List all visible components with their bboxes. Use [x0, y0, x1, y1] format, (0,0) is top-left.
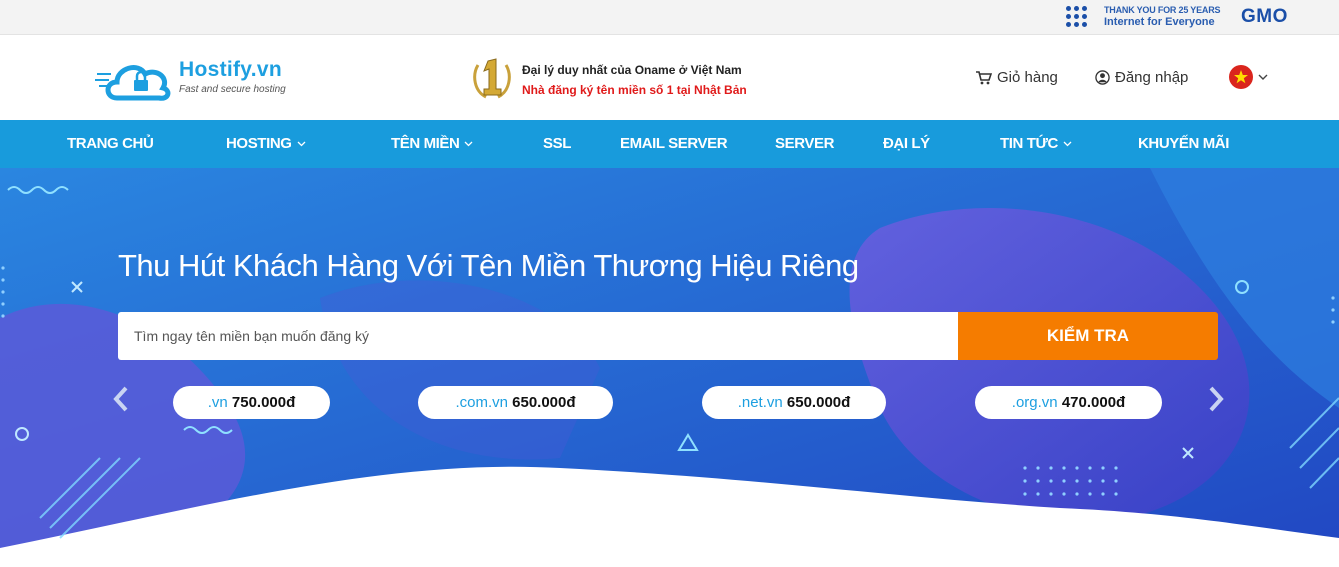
chevron-down-icon [297, 141, 306, 147]
site-logo[interactable]: Hostify.vn Fast and secure hosting [95, 54, 305, 104]
nav-label: HOSTING [226, 135, 292, 152]
vietnam-flag-icon [1229, 65, 1253, 89]
domain-search-field[interactable] [118, 312, 958, 360]
brand-slogan: Fast and secure hosting [179, 84, 286, 95]
login-label: Đăng nhập [1115, 69, 1189, 86]
price-amount: 650.000đ [512, 394, 576, 411]
nav-label: EMAIL SERVER [620, 135, 728, 152]
nav-item-news[interactable]: TIN TỨC [1000, 120, 1072, 168]
hero-background-shapes [0, 168, 1339, 567]
brand-name: Hostify.vn [179, 58, 282, 81]
hero-title: Thu Hút Khách Hàng Với Tên Miền Thương H… [118, 248, 859, 283]
nav-label: TÊN MIỀN [391, 135, 460, 152]
gmo-tagline: Internet for Everyone [1104, 16, 1215, 28]
nav-item-domain[interactable]: TÊN MIỀN [391, 120, 473, 168]
carousel-next-icon[interactable] [1205, 384, 1227, 414]
price-tld: .org.vn [1011, 394, 1058, 411]
price-pill-com-vn[interactable]: .com.vn 650.000đ [418, 386, 613, 419]
gmo-thanks-text: THANK YOU FOR 25 YEARS [1104, 5, 1221, 15]
nav-label: TRANG CHỦ [67, 135, 154, 152]
nav-item-email-server[interactable]: EMAIL SERVER [620, 120, 728, 168]
cart-label: Giỏ hàng [997, 69, 1058, 86]
gmo-top-strip: THANK YOU FOR 25 YEARS Internet for Ever… [0, 0, 1339, 35]
nav-item-server[interactable]: SERVER [775, 120, 834, 168]
cart-icon [976, 70, 992, 84]
main-navigation: TRANG CHỦ HOSTING TÊN MIỀN SSL EMAIL SER… [0, 120, 1339, 168]
price-tld: .com.vn [455, 394, 508, 411]
chevron-down-icon [465, 141, 473, 147]
price-amount: 650.000đ [786, 394, 851, 411]
price-pill-vn[interactable]: .vn 750.000đ [173, 386, 330, 419]
nav-label: ĐẠI LÝ [883, 135, 930, 152]
cloud-lock-icon [95, 65, 171, 101]
nav-label: SSL [543, 135, 571, 152]
nav-item-home[interactable]: TRANG CHỦ [67, 120, 154, 168]
nav-item-hosting[interactable]: HOSTING [226, 120, 306, 168]
price-amount: 470.000đ [1061, 394, 1126, 411]
number-one-medal-icon [473, 58, 511, 99]
nav-item-agency[interactable]: ĐẠI LÝ [883, 120, 930, 168]
language-selector[interactable] [1228, 64, 1272, 90]
nav-item-ssl[interactable]: SSL [543, 120, 571, 168]
nav-item-promotions[interactable]: KHUYẾN MÃI [1138, 120, 1229, 168]
carousel-prev-icon[interactable] [110, 384, 132, 414]
registrar-statement: Nhà đăng ký tên miền số 1 tại Nhật Bản [522, 83, 747, 97]
check-domain-button[interactable]: KIỂM TRA [958, 312, 1218, 360]
cart-link[interactable]: Giỏ hàng [976, 69, 1058, 86]
nav-label: TIN TỨC [1000, 135, 1058, 152]
price-amount: 750.000đ [231, 394, 296, 411]
price-tld: .vn [207, 394, 228, 411]
price-tld: .net.vn [737, 394, 783, 411]
login-link[interactable]: Đăng nhập [1095, 69, 1188, 86]
gmo-grid-icon[interactable] [1066, 6, 1088, 28]
price-pill-org-vn[interactable]: .org.vn 470.000đ [975, 386, 1162, 419]
site-header: Hostify.vn Fast and secure hosting Đại l… [0, 35, 1339, 120]
agency-statement: Đại lý duy nhất của Oname ở Việt Nam [522, 63, 742, 77]
domain-search-input[interactable] [118, 312, 958, 360]
price-pill-net-vn[interactable]: .net.vn 650.000đ [702, 386, 886, 419]
nav-label: KHUYẾN MÃI [1138, 135, 1230, 152]
chevron-down-icon [1063, 141, 1072, 147]
chevron-down-icon [1258, 74, 1268, 80]
nav-label: SERVER [775, 135, 835, 152]
user-icon [1095, 70, 1110, 85]
gmo-logo[interactable]: GMO [1241, 6, 1288, 28]
hero-banner: Thu Hút Khách Hàng Với Tên Miền Thương H… [0, 168, 1339, 567]
